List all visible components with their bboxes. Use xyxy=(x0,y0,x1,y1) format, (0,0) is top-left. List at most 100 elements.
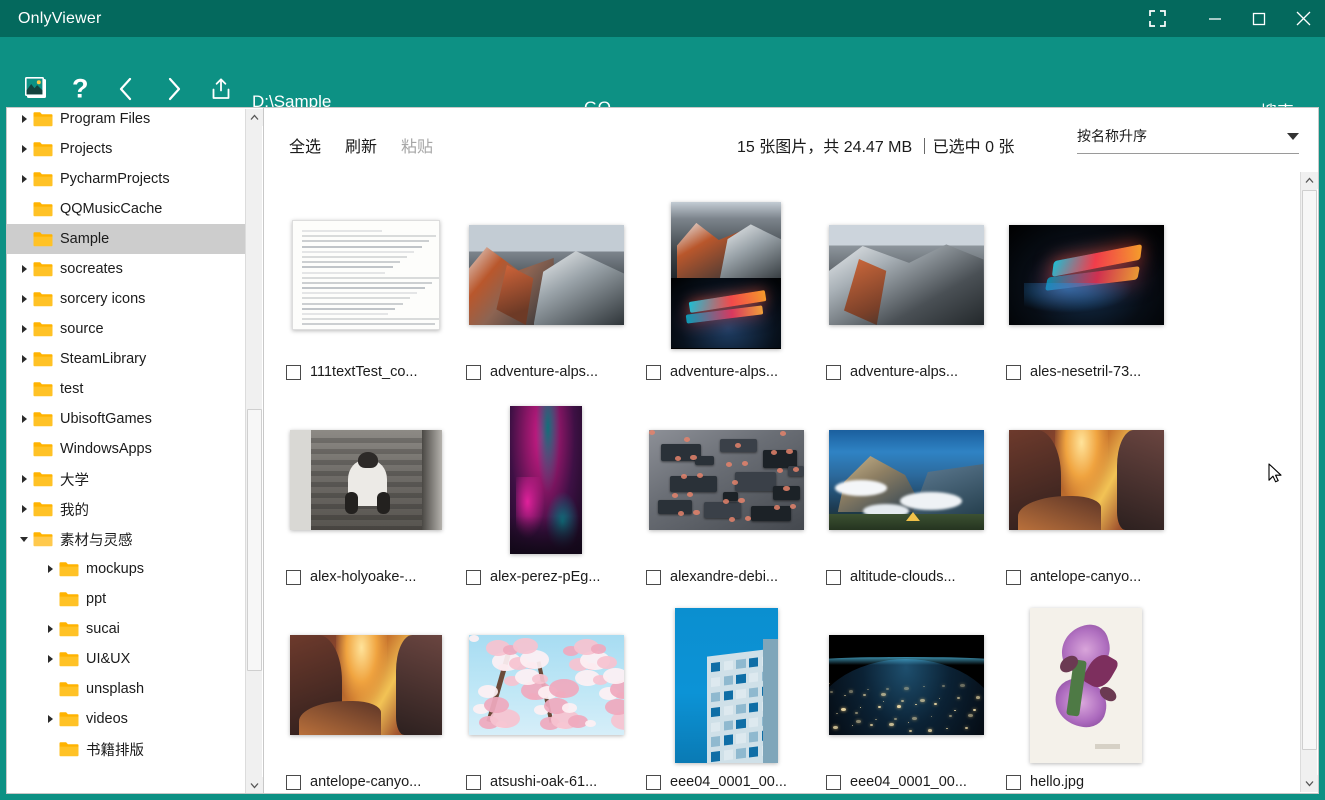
thumbnail-checkbox[interactable] xyxy=(466,774,481,790)
thumbnail-image-box[interactable] xyxy=(289,605,444,765)
tree-item-[interactable]: 我的 xyxy=(7,494,245,524)
minimize-icon[interactable] xyxy=(1193,0,1237,37)
tree-item-[interactable]: 书籍排版 xyxy=(7,734,245,764)
thumbnail-cell[interactable]: adventure-alps... xyxy=(816,175,996,380)
tree-item-ppt[interactable]: ppt xyxy=(7,584,245,614)
tree-item-socreates[interactable]: socreates xyxy=(7,254,245,284)
tree-item-unsplash[interactable]: unsplash xyxy=(7,674,245,704)
triangle-right-icon[interactable] xyxy=(15,344,33,374)
thumbnail-checkbox[interactable] xyxy=(646,774,661,790)
thumbnail-image[interactable] xyxy=(468,225,624,325)
thumbnail-image-box[interactable] xyxy=(1009,605,1164,765)
tree-item-pycharmprojects[interactable]: PycharmProjects xyxy=(7,164,245,194)
thumbnail-checkbox[interactable] xyxy=(466,364,481,380)
thumbnail-image[interactable] xyxy=(828,635,984,735)
thumbnail-checkbox[interactable] xyxy=(466,569,481,585)
thumbnail-image-box[interactable] xyxy=(469,400,624,560)
thumbnail-cell[interactable]: eee04_0001_00... xyxy=(816,585,996,790)
thumbnail-image-box[interactable] xyxy=(468,605,624,765)
thumbnail-cell[interactable]: antelope-canyo... xyxy=(996,380,1176,585)
tree-item-ui-ux[interactable]: UI&UX xyxy=(7,644,245,674)
tree-item-steamlibrary[interactable]: SteamLibrary xyxy=(7,344,245,374)
thumbnail-cell[interactable]: alexandre-debi... xyxy=(636,380,816,585)
tree-item-program-files[interactable]: Program Files xyxy=(7,108,245,134)
content-scroll-down-icon[interactable] xyxy=(1301,775,1318,792)
thumbnail-image-box[interactable] xyxy=(649,195,804,355)
thumbnail-cell[interactable]: 111textTest_co... xyxy=(276,175,456,380)
thumbnail-checkbox[interactable] xyxy=(646,364,661,380)
thumbnail-cell[interactable]: altitude-clouds... xyxy=(816,380,996,585)
triangle-right-icon[interactable] xyxy=(15,164,33,194)
triangle-right-icon[interactable] xyxy=(41,614,59,644)
triangle-right-icon[interactable] xyxy=(41,704,59,734)
thumbnail-checkbox[interactable] xyxy=(646,569,661,585)
sidebar-scroll-down-icon[interactable] xyxy=(246,777,263,793)
thumbnail-image[interactable] xyxy=(828,225,984,325)
tree-item-windowsapps[interactable]: WindowsApps xyxy=(7,434,245,464)
thumbnail-cell[interactable]: alex-holyoake-... xyxy=(276,380,456,585)
triangle-right-icon[interactable] xyxy=(15,134,33,164)
thumbnail-image[interactable] xyxy=(674,607,778,763)
triangle-right-icon[interactable] xyxy=(15,108,33,134)
thumbnail-checkbox[interactable] xyxy=(826,364,841,380)
content-scroll-up-icon[interactable] xyxy=(1301,172,1318,189)
thumbnail-checkbox[interactable] xyxy=(826,569,841,585)
sidebar-scroll-up-icon[interactable] xyxy=(246,109,263,126)
upload-icon[interactable] xyxy=(210,77,232,101)
tree-item-sample[interactable]: Sample xyxy=(7,224,245,254)
thumbnail-checkbox[interactable] xyxy=(286,569,301,585)
thumbnail-image-box[interactable] xyxy=(1008,400,1164,560)
thumbnail-cell[interactable]: atsushi-oak-61... xyxy=(456,585,636,790)
refresh-action[interactable]: 刷新 xyxy=(345,133,377,157)
thumbnail-image[interactable] xyxy=(290,430,442,530)
tree-item-qqmusiccache[interactable]: QQMusicCache xyxy=(7,194,245,224)
forward-icon[interactable] xyxy=(164,76,184,102)
thumbnail-image[interactable] xyxy=(648,430,804,530)
thumbnail-image[interactable] xyxy=(671,201,781,349)
thumbnail-image[interactable] xyxy=(510,406,582,554)
thumbnail-image-box[interactable] xyxy=(828,400,984,560)
thumbnail-image-box[interactable] xyxy=(289,195,444,355)
app-logo-icon[interactable] xyxy=(24,76,50,102)
tree-item-mockups[interactable]: mockups xyxy=(7,554,245,584)
thumbnail-image[interactable] xyxy=(1008,430,1164,530)
sidebar-scroll-thumb[interactable] xyxy=(247,409,262,671)
thumbnail-checkbox[interactable] xyxy=(1006,364,1021,380)
close-icon[interactable] xyxy=(1281,0,1325,37)
tree-item-ubisoftgames[interactable]: UbisoftGames xyxy=(7,404,245,434)
thumbnail-cell[interactable]: eee04_0001_00... xyxy=(636,585,816,790)
thumbnail-image[interactable] xyxy=(468,635,624,735)
thumbnail-image[interactable] xyxy=(1008,225,1164,325)
thumbnail-image-box[interactable] xyxy=(468,195,624,355)
tree-item-test[interactable]: test xyxy=(7,374,245,404)
triangle-right-icon[interactable] xyxy=(15,494,33,524)
thumbnail-cell[interactable]: ales-nesetril-73... xyxy=(996,175,1176,380)
tree-item-[interactable]: 素材与灵感 xyxy=(7,524,245,554)
thumbnail-cell[interactable]: hello.jpg xyxy=(996,585,1176,790)
tree-item-projects[interactable]: Projects xyxy=(7,134,245,164)
thumbnail-cell[interactable]: adventure-alps... xyxy=(456,175,636,380)
triangle-right-icon[interactable] xyxy=(15,404,33,434)
tree-item-[interactable]: 大学 xyxy=(7,464,245,494)
triangle-right-icon[interactable] xyxy=(15,314,33,344)
thumbnail-image[interactable] xyxy=(828,430,984,530)
thumbnail-image-box[interactable] xyxy=(649,605,804,765)
thumbnail-checkbox[interactable] xyxy=(826,774,841,790)
sort-dropdown[interactable]: 按名称升序 xyxy=(1077,126,1299,154)
thumbnail-checkbox[interactable] xyxy=(286,774,301,790)
thumbnail-image[interactable] xyxy=(290,635,442,735)
triangle-right-icon[interactable] xyxy=(41,554,59,584)
triangle-right-icon[interactable] xyxy=(41,644,59,674)
thumbnail-image[interactable] xyxy=(292,220,440,330)
maximize-icon[interactable] xyxy=(1237,0,1281,37)
content-scrollbar[interactable] xyxy=(1300,172,1318,792)
help-icon[interactable]: ? xyxy=(72,75,89,103)
triangle-right-icon[interactable] xyxy=(15,254,33,284)
triangle-right-icon[interactable] xyxy=(15,464,33,494)
select-all-action[interactable]: 全选 xyxy=(289,133,321,157)
tree-item-sucai[interactable]: sucai xyxy=(7,614,245,644)
sidebar-scrollbar[interactable] xyxy=(245,109,263,793)
thumbnail-checkbox[interactable] xyxy=(286,364,301,380)
fullscreen-icon[interactable] xyxy=(1135,0,1179,37)
thumbnail-cell[interactable]: antelope-canyo... xyxy=(276,585,456,790)
